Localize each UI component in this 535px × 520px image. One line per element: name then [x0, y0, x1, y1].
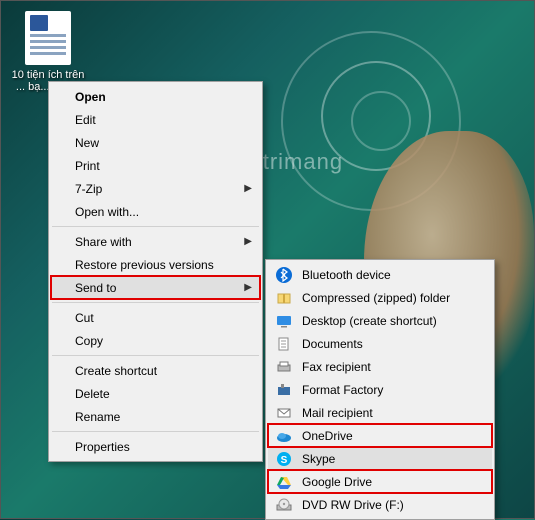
sendto-fax[interactable]: Fax recipient: [268, 355, 492, 378]
menu-send-to[interactable]: Send to▶: [51, 276, 260, 299]
fax-icon: [276, 359, 292, 375]
menu-create-shortcut[interactable]: Create shortcut: [51, 359, 260, 382]
sendto-mail[interactable]: Mail recipient: [268, 401, 492, 424]
menu-print[interactable]: Print: [51, 154, 260, 177]
menu-separator: [52, 355, 259, 356]
mail-icon: [276, 405, 292, 421]
desktop-icon: [276, 313, 292, 329]
context-menu: Open Edit New Print 7-Zip▶ Open with... …: [48, 81, 263, 462]
menu-separator: [52, 302, 259, 303]
onedrive-icon: [276, 428, 292, 444]
menu-properties[interactable]: Properties: [51, 435, 260, 458]
sendto-format-factory[interactable]: Format Factory: [268, 378, 492, 401]
sendto-item-label: Documents: [302, 337, 363, 351]
svg-text:S: S: [281, 455, 288, 466]
word-doc-icon: [25, 11, 71, 65]
menu-open[interactable]: Open: [51, 85, 260, 108]
menu-7zip[interactable]: 7-Zip▶: [51, 177, 260, 200]
sendto-item-label: OneDrive: [302, 429, 353, 443]
sendto-skype[interactable]: S Skype: [268, 447, 492, 470]
sendto-item-label: Desktop (create shortcut): [302, 314, 437, 328]
sendto-item-label: Bluetooth device: [302, 268, 391, 282]
menu-restore-versions[interactable]: Restore previous versions: [51, 253, 260, 276]
menu-separator: [52, 431, 259, 432]
menu-delete[interactable]: Delete: [51, 382, 260, 405]
sendto-item-label: Skype: [302, 452, 335, 466]
sendto-item-label: Mail recipient: [302, 406, 373, 420]
google-drive-icon: [276, 474, 292, 490]
sendto-item-label: Google Drive: [302, 475, 372, 489]
skype-icon: S: [276, 451, 292, 467]
sendto-bluetooth[interactable]: Bluetooth device: [268, 263, 492, 286]
menu-separator: [52, 226, 259, 227]
sendto-compressed[interactable]: Compressed (zipped) folder: [268, 286, 492, 309]
zip-folder-icon: [276, 290, 292, 306]
documents-icon: [276, 336, 292, 352]
menu-share-with[interactable]: Share with▶: [51, 230, 260, 253]
sendto-item-label: Fax recipient: [302, 360, 371, 374]
menu-new[interactable]: New: [51, 131, 260, 154]
chevron-right-icon: ▶: [244, 282, 252, 293]
sendto-item-label: Compressed (zipped) folder: [302, 291, 450, 305]
sendto-submenu: Bluetooth device Compressed (zipped) fol…: [265, 259, 495, 520]
bluetooth-icon: [276, 267, 292, 283]
disc-drive-icon: [276, 497, 292, 513]
sendto-google-drive[interactable]: Google Drive: [268, 470, 492, 493]
sendto-item-label: Format Factory: [302, 383, 383, 397]
menu-edit[interactable]: Edit: [51, 108, 260, 131]
chevron-right-icon: ▶: [244, 236, 252, 247]
format-factory-icon: [276, 382, 292, 398]
menu-rename[interactable]: Rename: [51, 405, 260, 428]
sendto-onedrive[interactable]: OneDrive: [268, 424, 492, 447]
bg-swirl: [351, 91, 411, 151]
chevron-right-icon: ▶: [244, 183, 252, 194]
sendto-dvd-drive[interactable]: DVD RW Drive (F:): [268, 493, 492, 516]
menu-copy[interactable]: Copy: [51, 329, 260, 352]
menu-open-with[interactable]: Open with...: [51, 200, 260, 223]
menu-cut[interactable]: Cut: [51, 306, 260, 329]
sendto-documents[interactable]: Documents: [268, 332, 492, 355]
sendto-item-label: DVD RW Drive (F:): [302, 498, 404, 512]
sendto-desktop-shortcut[interactable]: Desktop (create shortcut): [268, 309, 492, 332]
